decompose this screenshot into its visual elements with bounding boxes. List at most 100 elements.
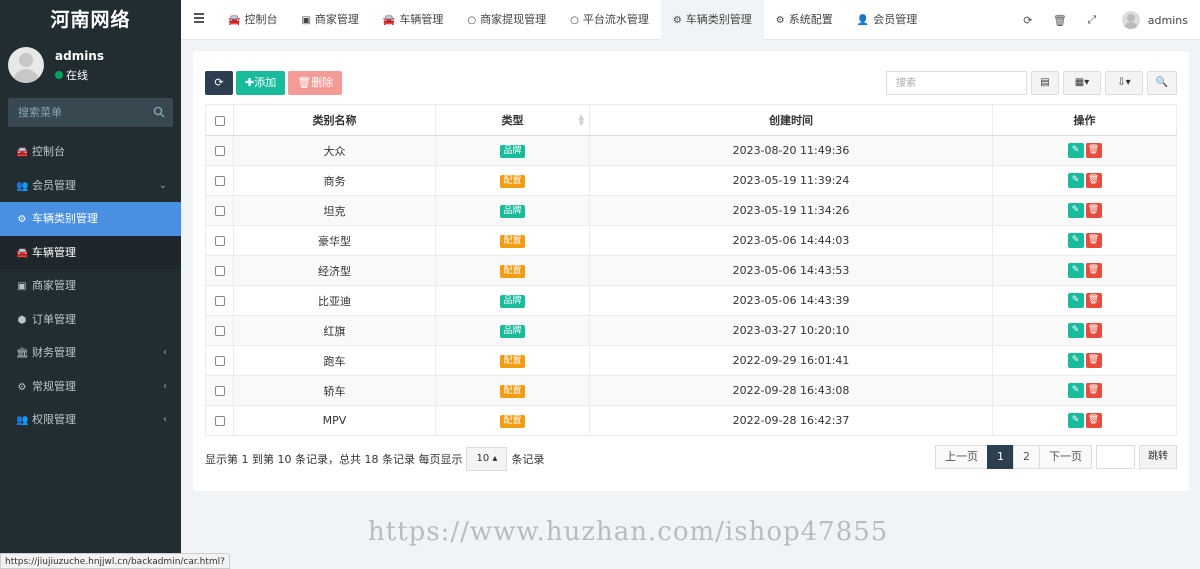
edit-icon[interactable]: ✎ [1067, 203, 1084, 218]
edit-icon[interactable]: ✎ [1067, 263, 1084, 278]
store-icon: ▣ [17, 281, 27, 292]
refresh-button[interactable]: ⟳ [205, 71, 233, 95]
fullscreen-icon[interactable]: ⤢ [1076, 13, 1108, 27]
edit-icon[interactable]: ✎ [1067, 323, 1084, 338]
trash-icon[interactable]: 🗑 [1044, 14, 1076, 27]
cell-name: 比亚迪 [233, 285, 436, 316]
row-checkbox[interactable] [214, 326, 225, 336]
add-button[interactable]: ✚添加 [236, 71, 286, 95]
hamburger-icon[interactable] [194, 13, 204, 25]
top-user-name[interactable]: admins [1148, 14, 1188, 27]
delete-icon[interactable]: 🗑 [1085, 233, 1102, 248]
page-2-button[interactable]: 2 [1013, 445, 1040, 469]
row-checkbox[interactable] [214, 236, 225, 246]
tab-merchant-withdrawals[interactable]: ○ 商家提现管理 [455, 0, 558, 40]
sidebar-item-general[interactable]: ⚙ 常规管理 ‹ [0, 370, 181, 404]
delete-icon[interactable]: 🗑 [1085, 383, 1102, 398]
col-header-created[interactable]: 创建时间 [589, 104, 993, 136]
app-logo[interactable]: 河南网络 [0, 0, 181, 40]
tab-dashboard[interactable]: 🚘 控制台 [216, 0, 289, 40]
delete-button[interactable]: 🗑删除 [288, 71, 343, 95]
edit-icon[interactable]: ✎ [1067, 143, 1084, 158]
table-row: 比亚迪 品牌 2023-05-06 14:43:39 ✎ 🗑 [205, 285, 1177, 316]
table-row: MPV 配置 2022-09-28 16:42:37 ✎ 🗑 [205, 405, 1177, 436]
delete-icon[interactable]: 🗑 [1085, 203, 1102, 218]
tab-merchants[interactable]: ▣ 商家管理 [289, 0, 370, 40]
sidebar-item-dashboard[interactable]: 🚘 控制台 [0, 135, 181, 169]
col-header-type[interactable]: 类型 ▲ ▼ [435, 104, 590, 136]
jump-page-input[interactable] [1096, 445, 1135, 469]
edit-icon[interactable]: ✎ [1067, 383, 1084, 398]
sidebar-item-orders[interactable]: ⬢ 订单管理 [0, 303, 181, 337]
search-icon[interactable] [153, 106, 165, 118]
delete-icon[interactable]: 🗑 [1085, 413, 1102, 428]
edit-icon[interactable]: ✎ [1067, 413, 1084, 428]
row-checkbox[interactable] [214, 146, 225, 156]
top-right-tools: ⟳ 🗑 ⤢ admins [1012, 0, 1188, 40]
grid-icon: ▦▾ [1074, 77, 1090, 88]
user-status-text: 在线 [66, 69, 88, 82]
row-checkbox[interactable] [214, 206, 225, 216]
tab-vehicles[interactable]: 🚘 车辆管理 [371, 0, 455, 40]
page-1-button[interactable]: 1 [987, 445, 1014, 469]
toggle-view-button[interactable]: ▤ [1031, 71, 1059, 95]
sort-icon[interactable]: ▲ ▼ [579, 114, 584, 127]
sidebar-item-vehicle-category[interactable]: ⚙ 车辆类别管理 [0, 202, 181, 236]
sidebar-item-finance[interactable]: 🏛 财务管理 ‹ [0, 336, 181, 370]
cell-type: 配置 [435, 225, 590, 256]
sidebar-item-permissions[interactable]: 👥 权限管理 ‹ [0, 403, 181, 437]
delete-icon[interactable]: 🗑 [1085, 323, 1102, 338]
table-row: 大众 品牌 2023-08-20 11:49:36 ✎ 🗑 [205, 135, 1177, 166]
prev-page-button[interactable]: 上一页 [935, 445, 988, 469]
col-header-name[interactable]: 类别名称 [233, 104, 436, 136]
avatar[interactable] [1121, 11, 1140, 29]
sidebar-item-vehicles[interactable]: 🚘 车辆管理 [0, 235, 181, 269]
gear-icon: ⚙ [17, 214, 27, 225]
cell-type: 品牌 [435, 315, 590, 346]
row-checkbox[interactable] [214, 176, 225, 186]
delete-icon[interactable]: 🗑 [1085, 143, 1102, 158]
edit-icon[interactable]: ✎ [1067, 233, 1084, 248]
edit-icon[interactable]: ✎ [1067, 353, 1084, 368]
delete-icon[interactable]: 🗑 [1085, 353, 1102, 368]
cell-actions: ✎ 🗑 [992, 255, 1177, 286]
user-panel: admins 在线 [0, 40, 181, 98]
table-row: 轿车 配置 2022-09-28 16:43:08 ✎ 🗑 [205, 375, 1177, 406]
next-page-button[interactable]: 下一页 [1039, 445, 1092, 469]
page-size-select[interactable]: 10 ▴ [466, 447, 508, 471]
tab-members[interactable]: 👤 会员管理 [845, 0, 929, 40]
users-icon: 👥 [16, 180, 29, 192]
delete-icon[interactable]: 🗑 [1085, 293, 1102, 308]
advanced-search-button[interactable]: 🔍 [1147, 71, 1177, 95]
cell-actions: ✎ 🗑 [992, 375, 1177, 406]
trash-icon: 🗑 [297, 76, 312, 89]
tab-platform-flow[interactable]: ○ 平台流水管理 [558, 0, 661, 40]
columns-button[interactable]: ▦▾ [1063, 71, 1101, 95]
export-button[interactable]: ⇩▾ [1105, 71, 1143, 95]
cell-actions: ✎ 🗑 [992, 285, 1177, 316]
row-checkbox[interactable] [214, 296, 225, 306]
cube-icon: ⬢ [17, 314, 27, 326]
menu-search-input[interactable] [8, 98, 148, 127]
table-search-input[interactable] [886, 71, 1027, 95]
row-checkbox[interactable] [214, 356, 225, 366]
select-all-checkbox[interactable] [214, 115, 225, 126]
table-icon: ▤ [1040, 77, 1050, 88]
sidebar-item-merchants[interactable]: ▣ 商家管理 [0, 269, 181, 303]
row-checkbox[interactable] [214, 386, 225, 396]
refresh-icon[interactable]: ⟳ [1012, 14, 1044, 27]
tab-vehicle-category[interactable]: ⚙ 车辆类别管理 [660, 0, 764, 40]
row-checkbox[interactable] [214, 266, 225, 276]
tab-system-config[interactable]: ⚙ 系统配置 [764, 0, 845, 40]
table-row: 红旗 品牌 2023-03-27 10:20:10 ✎ 🗑 [205, 315, 1177, 346]
sidebar-item-members[interactable]: 👥 会员管理 ⌄ [0, 169, 181, 203]
type-badge: 配置 [500, 385, 525, 398]
delete-icon[interactable]: 🗑 [1085, 263, 1102, 278]
edit-icon[interactable]: ✎ [1067, 173, 1084, 188]
delete-icon[interactable]: 🗑 [1085, 173, 1102, 188]
sidebar: 河南网络 admins 在线 🚘控制台 👥会员管理⌄ ⚙车辆类别管理 🚘车辆管理… [0, 0, 230, 569]
edit-icon[interactable]: ✎ [1067, 293, 1084, 308]
jump-button[interactable]: 跳转 [1139, 445, 1177, 469]
sidebar-menu: 🚘 控制台 👥 会员管理 ⌄ ⚙ 车辆类别管理 🚘 车辆管理 ▣ 商家管理 ⬢ 订单管理 🏛 财… [0, 135, 181, 437]
row-checkbox[interactable] [214, 416, 225, 426]
